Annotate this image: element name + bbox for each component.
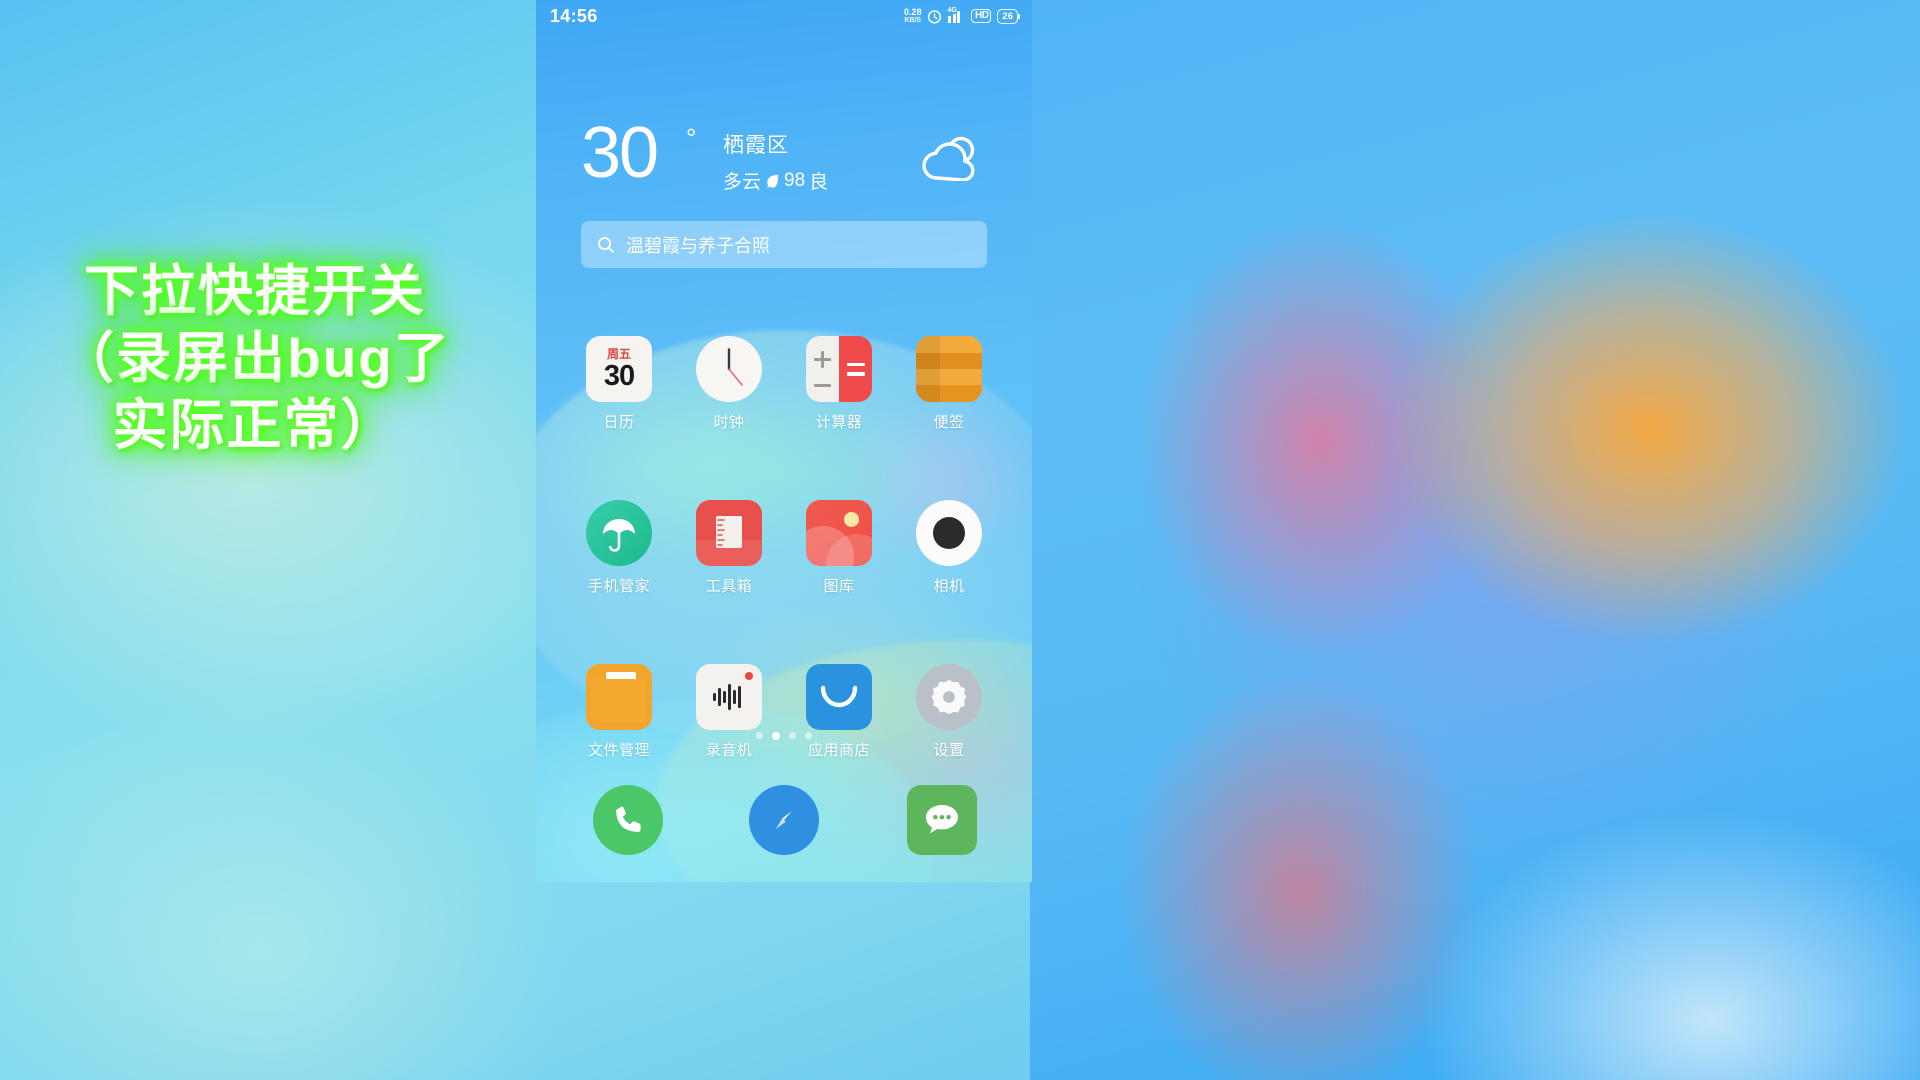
app-label: 计算器 [815,414,863,431]
app-store[interactable]: 应用商店 [784,664,894,760]
phone-handset-icon [616,806,641,833]
app-label: 设置 [933,742,965,759]
battery-indicator: 26 [997,8,1020,24]
hd-voice-icon: HD [970,9,992,23]
notes-icon [916,336,982,402]
app-gallery[interactable]: 图库 [784,500,894,596]
weather-details: 多云 98 良 [723,167,828,194]
app-recorder[interactable]: 录音机 [674,664,784,760]
browser-dock-icon[interactable] [749,785,819,855]
network-speed-unit: KB/S [904,17,922,24]
overlay-caption: 下拉快捷开关 （录屏出bug了 实际正常） [40,258,470,459]
weather-aqi-label: 良 [809,172,829,193]
app-row-3: 文件管理 录音机 应用商店 设置 [564,664,1004,760]
app-calculator[interactable]: 计算器 [784,336,894,432]
app-label: 录音机 [705,742,753,759]
gallery-icon [806,500,872,566]
weather-widget[interactable]: 30 ° 栖霞区 多云 98 良 [581,117,991,205]
app-label: 时钟 [713,414,745,431]
status-bar: 14:56 0.28 KB/S 4G HD 26 [536,0,1032,32]
page-indicator[interactable] [536,732,1032,740]
messages-dock-icon[interactable] [907,785,977,855]
app-label: 手机管家 [587,578,650,595]
app-label: 工具箱 [705,578,753,595]
app-camera[interactable]: 相机 [894,500,1004,596]
page-dot[interactable] [805,732,812,739]
chat-bubble-icon [926,805,958,834]
partly-cloudy-icon [919,133,981,186]
weather-degree-symbol: ° [686,123,697,153]
app-calendar[interactable]: 周五 30 日历 [564,336,674,432]
app-label: 日历 [603,414,635,431]
compass-icon [776,811,792,829]
file-manager-folder-icon [586,664,652,730]
network-speed-value: 0.28 [903,7,922,17]
search-icon [597,236,615,254]
app-store-bag-icon [806,664,872,730]
camera-icon [916,500,982,566]
app-label: 便签 [933,414,965,431]
app-settings[interactable]: 设置 [894,664,1004,760]
calendar-day: 30 [603,359,635,392]
caption-line-3: 实际正常） [112,394,398,457]
app-label: 应用商店 [807,742,870,759]
calculator-icon [806,336,872,402]
page-dot[interactable] [789,732,796,739]
app-notes[interactable]: 便签 [894,336,1004,432]
status-bar-indicators: 0.28 KB/S 4G HD 26 [903,6,1020,25]
app-grid: 周五 30 日历 时钟 计算器 便签 手机管家 工具箱 图库 相机 文件管理 录… [564,336,1004,760]
caption-line-2: （录屏出bug了 [59,327,451,390]
calendar-icon: 周五 30 [586,336,652,402]
network-type-label: 4G [947,6,957,14]
page-dot[interactable] [756,732,763,739]
page-dot-active[interactable] [772,732,780,740]
app-row-1: 周五 30 日历 时钟 计算器 便签 [564,336,1004,432]
phone-manager-umbrella-icon [586,500,652,566]
network-speed-indicator: 0.28 KB/S [903,7,922,25]
weather-aqi-value: 98 [784,169,806,191]
leaf-icon [765,173,780,188]
settings-gear-icon [916,664,982,730]
app-label: 文件管理 [587,742,650,759]
recorder-waveform-icon [696,664,762,730]
caption-line-1: 下拉快捷开关 [83,260,426,322]
weather-temperature: 30 [581,113,659,193]
alarm-clock-icon [927,9,942,24]
search-bar[interactable]: 温碧霞与养子合照 [581,221,987,268]
desktop-backdrop-right [1030,0,1920,1080]
app-row-2: 手机管家 工具箱 图库 相机 [564,500,1004,596]
app-phone-manager[interactable]: 手机管家 [564,500,674,596]
app-label: 相机 [933,578,965,595]
phone-dock-icon[interactable] [593,785,663,855]
phone-screen: 14:56 0.28 KB/S 4G HD 26 30 ° 栖霞区 多云 98 … [536,0,1032,882]
app-clock[interactable]: 时钟 [674,336,784,432]
clock-icon [696,336,762,402]
app-toolbox[interactable]: 工具箱 [674,500,784,596]
search-input[interactable]: 温碧霞与养子合照 [626,232,770,258]
signal-bars-icon: 4G [947,6,965,23]
weather-city: 栖霞区 [723,134,789,157]
weather-condition: 多云 [723,172,762,193]
dock [536,780,1032,870]
status-bar-clock: 14:56 [550,5,598,26]
app-label: 图库 [823,578,855,595]
toolbox-ruler-icon [696,500,762,566]
app-file-manager[interactable]: 文件管理 [564,664,674,760]
calendar-weekday: 周五 [606,346,631,361]
